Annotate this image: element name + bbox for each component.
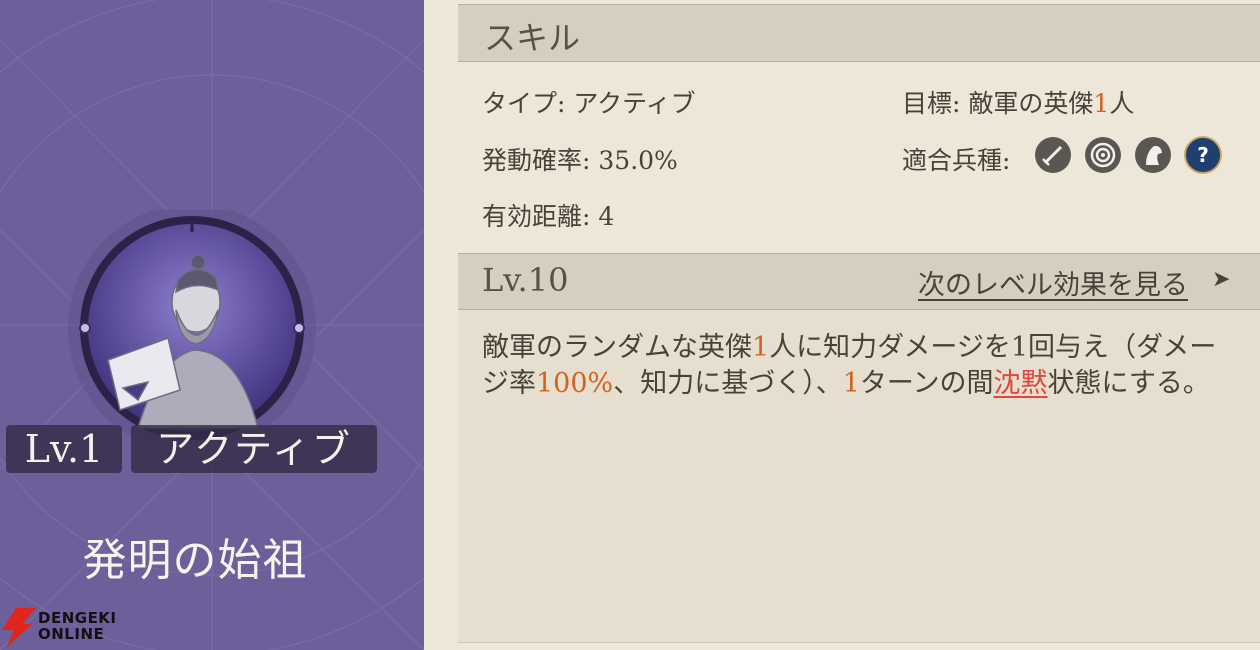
skill-type-badge: アクティブ (131, 425, 377, 473)
desc-text: 、知力に基づく）、 (613, 368, 843, 399)
skill-name: 発明の始祖 (82, 535, 308, 586)
skill-description-area: 敵軍のランダムな英傑1人に知力ダメージを1回与え（ダメージ率100%、知力に基づ… (458, 310, 1260, 643)
skill-card: Lv.1 アクティブ 発明の始祖 DENGEKI ONLINE (0, 0, 424, 650)
character-portrait (68, 210, 316, 442)
skill-type-label: タイプ: (482, 89, 566, 118)
target-value-suffix: 人 (1109, 89, 1135, 118)
svg-text:?: ? (1197, 143, 1209, 167)
logo-text-line2: ONLINE (38, 625, 105, 643)
dengeki-online-logo: DENGEKI ONLINE (0, 604, 130, 650)
question-mark-icon[interactable]: ? (1184, 136, 1222, 174)
lightning-bolt-icon (2, 608, 36, 648)
arrow-right-icon[interactable]: ➤ (1212, 267, 1230, 292)
skill-header-title: スキル (484, 19, 581, 57)
level-header-bar: Lv.10 次のレベル効果を見る ➤ (458, 253, 1260, 310)
desc-text: 状態にする。 (1047, 368, 1210, 399)
next-level-effect-link[interactable]: 次のレベル効果を見る (918, 263, 1188, 302)
target-stat: 目標: 敵軍の英傑1人 (902, 84, 1134, 120)
activation-rate-value: 35.0% (598, 146, 678, 175)
horse-icon[interactable] (1134, 136, 1172, 174)
target-label: 目標: (902, 89, 961, 118)
desc-status-silence[interactable]: 沈黙 (994, 368, 1048, 399)
desc-turn-count: 1 (842, 368, 860, 399)
desc-text: ターンの間 (859, 368, 994, 399)
range-label: 有効距離: (482, 202, 591, 231)
sword-icon[interactable] (1034, 136, 1072, 174)
skill-detail-panel: スキル タイプ: アクティブ 目標: 敵軍の英傑1人 発動確率: 35.0% 適… (424, 0, 1260, 650)
desc-text: 敵軍のランダムな英傑 (482, 332, 752, 363)
skill-header-bar: スキル (458, 4, 1260, 62)
target-count: 1 (1093, 89, 1110, 118)
range-stat: 有効距離: 4 (482, 197, 614, 233)
skill-type-stat: タイプ: アクティブ (482, 84, 696, 120)
range-value: 4 (598, 202, 615, 231)
target-value-prefix: 敵軍の英傑 (968, 89, 1094, 118)
activation-rate-stat: 発動確率: 35.0% (482, 141, 678, 177)
troop-type-label: 適合兵種: (902, 146, 1011, 175)
skill-level-display: Lv.10 (482, 261, 569, 299)
activation-rate-label: 発動確率: (482, 146, 591, 175)
skill-description: 敵軍のランダムな英傑1人に知力ダメージを1回与え（ダメージ率100%、知力に基づ… (482, 330, 1242, 402)
bow-target-icon[interactable] (1084, 136, 1122, 174)
desc-target-count: 1 (752, 332, 770, 363)
skill-level-badge: Lv.1 (6, 425, 122, 473)
skill-type-value: アクティブ (573, 89, 696, 118)
desc-damage-rate: 100% (536, 368, 614, 399)
